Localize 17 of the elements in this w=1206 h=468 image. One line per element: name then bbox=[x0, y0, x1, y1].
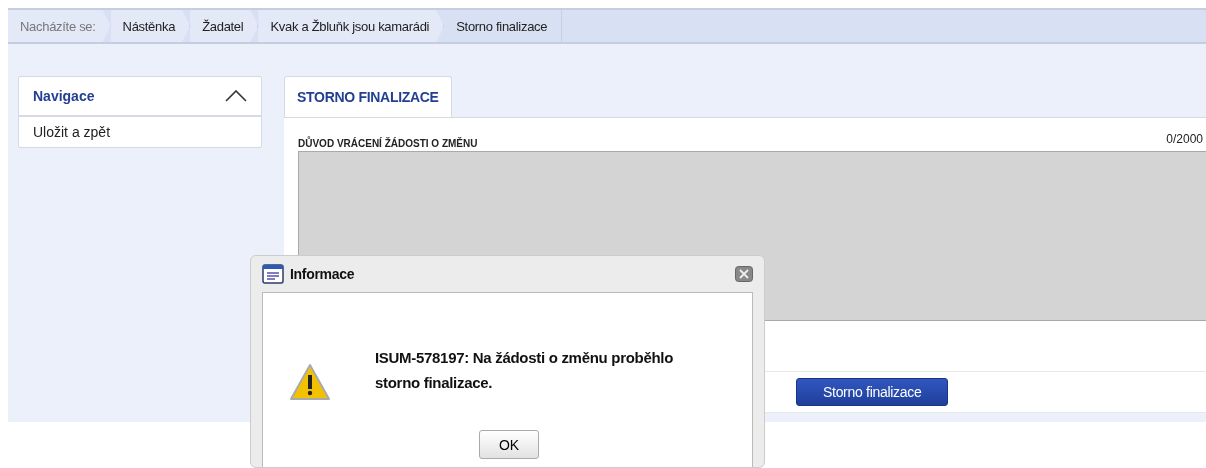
chevron-up-icon[interactable] bbox=[225, 90, 247, 102]
character-counter: 0/2000 bbox=[1166, 132, 1203, 148]
warning-icon bbox=[289, 363, 331, 401]
storno-button[interactable]: Storno finalizace bbox=[796, 378, 949, 406]
sidebar-item[interactable]: Uložit a zpět bbox=[19, 117, 261, 147]
breadcrumb-item[interactable]: Kvak a Žbluňk jsou kamarádi bbox=[258, 10, 445, 42]
breadcrumb-label: Nacházíte se: bbox=[8, 10, 111, 42]
breadcrumb-item[interactable]: Žadatel bbox=[190, 10, 259, 42]
ok-button[interactable]: OK bbox=[479, 430, 539, 459]
close-icon[interactable] bbox=[735, 266, 753, 282]
dialog-title: Informace bbox=[290, 266, 356, 282]
field-label: DŮVOD VRÁCENÍ ŽÁDOSTI O ZMĚNU bbox=[298, 138, 478, 149]
window-icon bbox=[262, 264, 284, 284]
sidebar-title: Navigace bbox=[33, 88, 95, 104]
tab[interactable]: STORNO FINALIZACE bbox=[284, 76, 452, 117]
dialog-message: ISUM-578197: Na žádosti o změnu proběhlo storno finalizace. bbox=[375, 348, 675, 393]
breadcrumb-item[interactable]: Nástěnka bbox=[110, 10, 191, 42]
